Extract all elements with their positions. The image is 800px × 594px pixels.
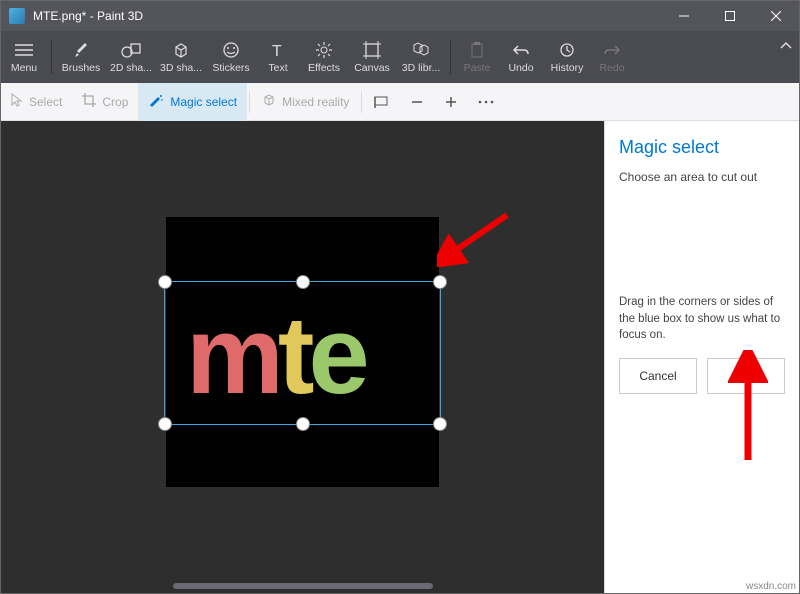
brushes-label: Brushes: [62, 62, 101, 74]
undo-icon: [512, 40, 530, 60]
stickers-icon: [222, 40, 240, 60]
horizontal-scrollbar[interactable]: [173, 583, 433, 589]
history-button[interactable]: History: [543, 31, 591, 83]
mixedreality-label: Mixed reality: [282, 95, 349, 109]
stickers-label: Stickers: [212, 62, 249, 74]
magic-icon: [148, 93, 164, 110]
shapes2d-icon: [121, 40, 141, 60]
canvas-label: Canvas: [354, 62, 390, 74]
toolbar: Select Crop Magic select Mixed reality: [1, 83, 799, 121]
history-icon: [559, 40, 575, 60]
pointer-icon: [11, 93, 23, 110]
2d-label: 2D sha...: [110, 62, 152, 74]
mixed-reality-tool[interactable]: Mixed reality: [252, 83, 359, 121]
annotation-arrow-icon: [437, 207, 517, 267]
effects-tool[interactable]: Effects: [300, 31, 348, 83]
undo-button[interactable]: Undo: [499, 31, 543, 83]
handle-sw[interactable]: [158, 417, 172, 431]
effects-icon: [315, 40, 333, 60]
handle-ne[interactable]: [433, 275, 447, 289]
canvas-viewport[interactable]: mte: [1, 121, 604, 593]
shapes3d-icon: [172, 40, 190, 60]
text-icon: T: [270, 40, 286, 60]
3dlib-label: 3D libr...: [402, 62, 441, 74]
cancel-button[interactable]: Cancel: [619, 358, 697, 394]
collapse-ribbon-button[interactable]: [779, 39, 793, 56]
flag-tool[interactable]: [364, 83, 400, 121]
hamburger-icon: [15, 40, 33, 60]
zoom-in-button[interactable]: [434, 83, 468, 121]
brush-icon: [73, 40, 89, 60]
handle-se[interactable]: [433, 417, 447, 431]
crop-icon: [82, 93, 96, 110]
watermark: wsxdn.com: [746, 581, 796, 592]
paste-icon: [470, 40, 484, 60]
select-label: Select: [29, 95, 62, 109]
more-button[interactable]: [468, 83, 504, 121]
library3d-icon: [411, 40, 431, 60]
3d-shapes-tool[interactable]: 3D sha...: [156, 31, 206, 83]
ribbon: Menu Brushes 2D sha... 3D sha... Sticker…: [1, 31, 799, 83]
side-panel: Magic select Choose an area to cut out D…: [604, 121, 799, 593]
2d-shapes-tool[interactable]: 2D sha...: [106, 31, 156, 83]
magic-label: Magic select: [170, 95, 237, 109]
3d-label: 3D sha...: [160, 62, 202, 74]
select-tool[interactable]: Select: [1, 83, 72, 121]
minimize-button[interactable]: [661, 1, 707, 31]
separator: [450, 40, 451, 74]
panel-title: Magic select: [619, 137, 785, 158]
3d-library-tool[interactable]: 3D libr...: [396, 31, 446, 83]
redo-button[interactable]: Redo: [591, 31, 633, 83]
next-button[interactable]: Next: [707, 358, 785, 394]
titlebar: MTE.png* - Paint 3D: [1, 1, 799, 31]
separator: [361, 91, 362, 113]
crop-tool[interactable]: Crop: [72, 83, 138, 121]
canvas-icon: [363, 40, 381, 60]
app-icon: [9, 8, 25, 24]
svg-text:T: T: [272, 43, 282, 58]
history-label: History: [551, 62, 584, 74]
window-title: MTE.png* - Paint 3D: [33, 9, 661, 23]
close-button[interactable]: [753, 1, 799, 31]
cube-icon: [262, 93, 276, 110]
handle-n[interactable]: [296, 275, 310, 289]
brushes-tool[interactable]: Brushes: [56, 31, 106, 83]
redo-icon: [603, 40, 621, 60]
handle-nw[interactable]: [158, 275, 172, 289]
panel-buttons: Cancel Next: [619, 358, 785, 394]
zoom-out-button[interactable]: [400, 83, 434, 121]
panel-hint: Drag in the corners or sides of the blue…: [619, 294, 785, 344]
paste-label: Paste: [464, 62, 491, 74]
selection-box[interactable]: [164, 281, 441, 425]
crop-label: Crop: [102, 95, 128, 109]
stickers-tool[interactable]: Stickers: [206, 31, 256, 83]
undo-label: Undo: [508, 62, 533, 74]
menu-label: Menu: [11, 62, 37, 74]
separator: [249, 91, 250, 113]
artboard[interactable]: mte: [166, 217, 439, 487]
separator: [51, 40, 52, 74]
paste-button[interactable]: Paste: [455, 31, 499, 83]
canvas-tool[interactable]: Canvas: [348, 31, 396, 83]
menu-button[interactable]: Menu: [1, 31, 47, 83]
magic-select-tool[interactable]: Magic select: [138, 83, 247, 121]
handle-s[interactable]: [296, 417, 310, 431]
text-label: Text: [268, 62, 287, 74]
text-tool[interactable]: T Text: [256, 31, 300, 83]
maximize-button[interactable]: [707, 1, 753, 31]
redo-label: Redo: [599, 62, 624, 74]
panel-subtitle: Choose an area to cut out: [619, 170, 785, 184]
app-window: MTE.png* - Paint 3D Menu Brushes 2D sha.…: [0, 0, 800, 594]
content-area: mte Magic select Choose an area: [1, 121, 799, 593]
effects-label: Effects: [308, 62, 340, 74]
